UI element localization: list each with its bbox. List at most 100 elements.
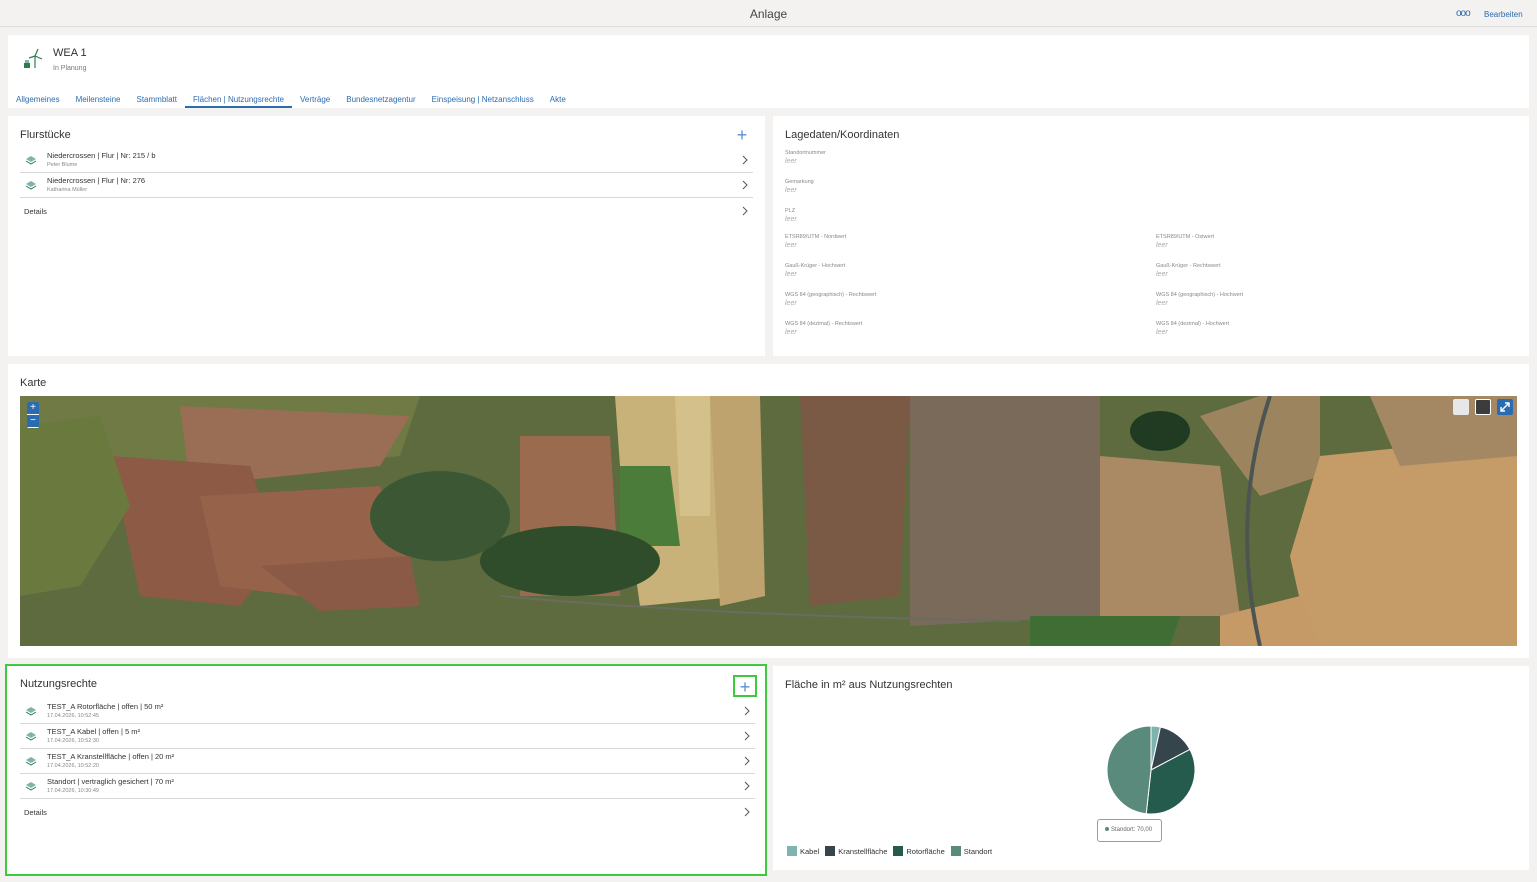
field-label: Gemarkung — [785, 179, 814, 185]
legend-item-standort[interactable]: Standort — [950, 846, 993, 856]
list-item-subtitle: Katharina Müller — [47, 187, 88, 193]
field-wgs-geo-rechtswert: WGS 84 (geographisch) - Rechtswert leer — [785, 292, 876, 307]
list-item-title: Standort | vertraglich gesichert | 70 m² — [47, 777, 174, 786]
add-nutzungsrecht-button[interactable]: + — [733, 675, 757, 697]
list-item[interactable]: Standort | vertraglich gesichert | 70 m²… — [20, 774, 755, 799]
tab-vertraege[interactable]: Verträge — [292, 93, 338, 108]
field-value: leer — [1156, 329, 1168, 336]
asset-header: WEA 1 In Planung Allgemeines Meilenstein… — [8, 35, 1529, 108]
field-label: PLZ — [785, 208, 796, 214]
list-item-title: TEST_A Kranstellfläche | offen | 20 m² — [47, 752, 175, 761]
list-item-title: Niedercrossen | Flur | Nr: 215 / b — [47, 151, 156, 160]
nutzungsrechte-panel: Nutzungsrechte + TEST_A Rotorfläche | of… — [5, 664, 767, 876]
parcel-icon — [25, 156, 37, 165]
legend-label: Kranstellfläche — [838, 846, 888, 856]
zoom-in-button[interactable]: + — [27, 402, 39, 415]
details-label: Details — [24, 808, 47, 817]
top-bar: Anlage ooo Bearbeiten — [0, 0, 1537, 27]
legend-swatch — [787, 846, 797, 856]
field-value: leer — [785, 300, 797, 307]
field-value: leer — [1156, 242, 1168, 249]
map-imagery — [20, 396, 1517, 646]
chart-tooltip: Standort: 70,00 — [1097, 819, 1162, 842]
flurstuecke-list: Niedercrossen | Flur | Nr: 215 / b Peter… — [20, 148, 753, 223]
field-wgs-geo-hochwert: WGS 84 (geographisch) - Hochwert leer — [1156, 292, 1243, 307]
satellite-map[interactable]: + − — [20, 396, 1517, 646]
asset-status: In Planung — [53, 65, 87, 72]
tab-akte[interactable]: Akte — [542, 93, 574, 108]
parcel-icon — [25, 181, 37, 190]
tab-meilensteine[interactable]: Meilensteine — [68, 93, 129, 108]
karte-panel: Karte + − — [8, 364, 1529, 658]
legend-label: Standort — [963, 846, 993, 856]
details-label: Details — [24, 207, 47, 216]
tab-allgemeines[interactable]: Allgemeines — [8, 93, 68, 108]
legend-label: Rotorfläche — [906, 846, 945, 856]
list-item[interactable]: Niedercrossen | Flur | Nr: 215 / b Peter… — [20, 148, 753, 173]
field-etrs-nordwert: ETSR89/UTM - Nordwert leer — [785, 234, 846, 249]
chart-legend: Kabel Kranstellfläche Rotorfläche Standort — [787, 846, 998, 856]
legend-label: Kabel — [800, 846, 820, 856]
field-value: leer — [1156, 300, 1168, 307]
nutzungsrechte-details-link[interactable]: Details — [20, 799, 755, 824]
field-label: WGS 84 (dezimal) - Rechtswert — [785, 321, 863, 327]
list-item-timestamp: 17.04.2026, 10:52:30 — [47, 738, 99, 744]
tab-einspeisung-netzanschluss[interactable]: Einspeisung | Netzanschluss — [424, 93, 542, 108]
field-value: leer — [785, 271, 797, 278]
pie-chart[interactable] — [1103, 722, 1199, 818]
karte-title: Karte — [20, 377, 47, 389]
layer-toggle-icon[interactable] — [1453, 399, 1469, 415]
chevron-right-icon — [742, 155, 748, 165]
field-gk-rechtswert: Gauß-Krüger - Rechtswert leer — [1156, 263, 1221, 278]
list-item[interactable]: TEST_A Kranstellfläche | offen | 20 m² 1… — [20, 749, 755, 774]
field-label: ETSR89/UTM - Ostwert — [1156, 234, 1215, 240]
flurstuecke-panel: Flurstücke + Niedercrossen | Flur | Nr: … — [8, 116, 765, 356]
tab-stammblatt[interactable]: Stammblatt — [129, 93, 185, 108]
flurstuecke-title: Flurstücke — [20, 129, 71, 141]
list-item-subtitle: Peter Blume — [47, 162, 78, 168]
edit-button[interactable]: Bearbeiten — [1484, 10, 1523, 19]
field-value: leer — [785, 158, 797, 165]
field-label: WGS 84 (geographisch) - Rechtswert — [785, 292, 877, 298]
field-label: ETSR89/UTM - Nordwert — [785, 234, 847, 240]
chevron-right-icon — [744, 807, 750, 817]
chevron-right-icon — [744, 731, 750, 741]
field-plz: PLZ leer — [785, 208, 797, 223]
legend-item-kranstellfläche[interactable]: Kranstellfläche — [825, 846, 887, 856]
tooltip-swatch — [1105, 827, 1109, 832]
list-item-timestamp: 17.04.2026, 10:52:45 — [47, 713, 99, 719]
more-options-icon[interactable]: ooo — [1456, 8, 1471, 19]
field-value: leer — [785, 187, 797, 194]
list-item[interactable]: Niedercrossen | Flur | Nr: 276 Katharina… — [20, 173, 753, 198]
tab-bundesnetzagentur[interactable]: Bundesnetzagentur — [338, 93, 423, 108]
zoom-control: + − — [27, 402, 39, 428]
legend-item-kabel[interactable]: Kabel — [787, 846, 819, 856]
parcel-icon — [25, 782, 37, 791]
chevron-right-icon — [744, 756, 750, 766]
field-gk-hochwert: Gauß-Krüger - Hochwert leer — [785, 263, 845, 278]
field-value: leer — [785, 329, 797, 336]
fullscreen-icon[interactable] — [1497, 399, 1513, 415]
field-value: leer — [785, 216, 797, 223]
chevron-right-icon — [744, 781, 750, 791]
zoom-out-button[interactable]: − — [27, 415, 39, 428]
tab-flaechen-nutzungsrechte[interactable]: Flächen | Nutzungsrechte — [184, 93, 292, 108]
satellite-layer-icon[interactable] — [1475, 399, 1491, 415]
tab-bar: Allgemeines Meilensteine Stammblatt Fläc… — [8, 93, 574, 108]
chart-title: Fläche in m² aus Nutzungsrechten — [785, 679, 953, 691]
pie-slice-standort[interactable] — [1106, 725, 1152, 815]
legend-swatch — [950, 846, 961, 856]
field-label: Gauß-Krüger - Rechtswert — [1156, 263, 1221, 269]
list-item[interactable]: TEST_A Kabel | offen | 5 m² 17.04.2026, … — [20, 724, 755, 749]
field-label: WGS 84 (geographisch) - Hochwert — [1156, 292, 1244, 298]
legend-swatch — [893, 846, 904, 856]
parcel-icon — [25, 757, 37, 766]
parcel-icon — [25, 732, 37, 741]
legend-item-rotorfläche[interactable]: Rotorfläche — [893, 846, 945, 856]
add-flurstueck-button[interactable]: + — [732, 126, 752, 146]
flurstuecke-details-link[interactable]: Details — [20, 198, 753, 223]
field-value: leer — [1156, 271, 1168, 278]
field-wgs-dez-hochwert: WGS 84 (dezimal) - Hochwert leer — [1156, 321, 1229, 336]
field-etrs-ostwert: ETSR89/UTM - Ostwert leer — [1156, 234, 1214, 249]
list-item[interactable]: TEST_A Rotorfläche | offen | 50 m² 17.04… — [20, 699, 755, 724]
